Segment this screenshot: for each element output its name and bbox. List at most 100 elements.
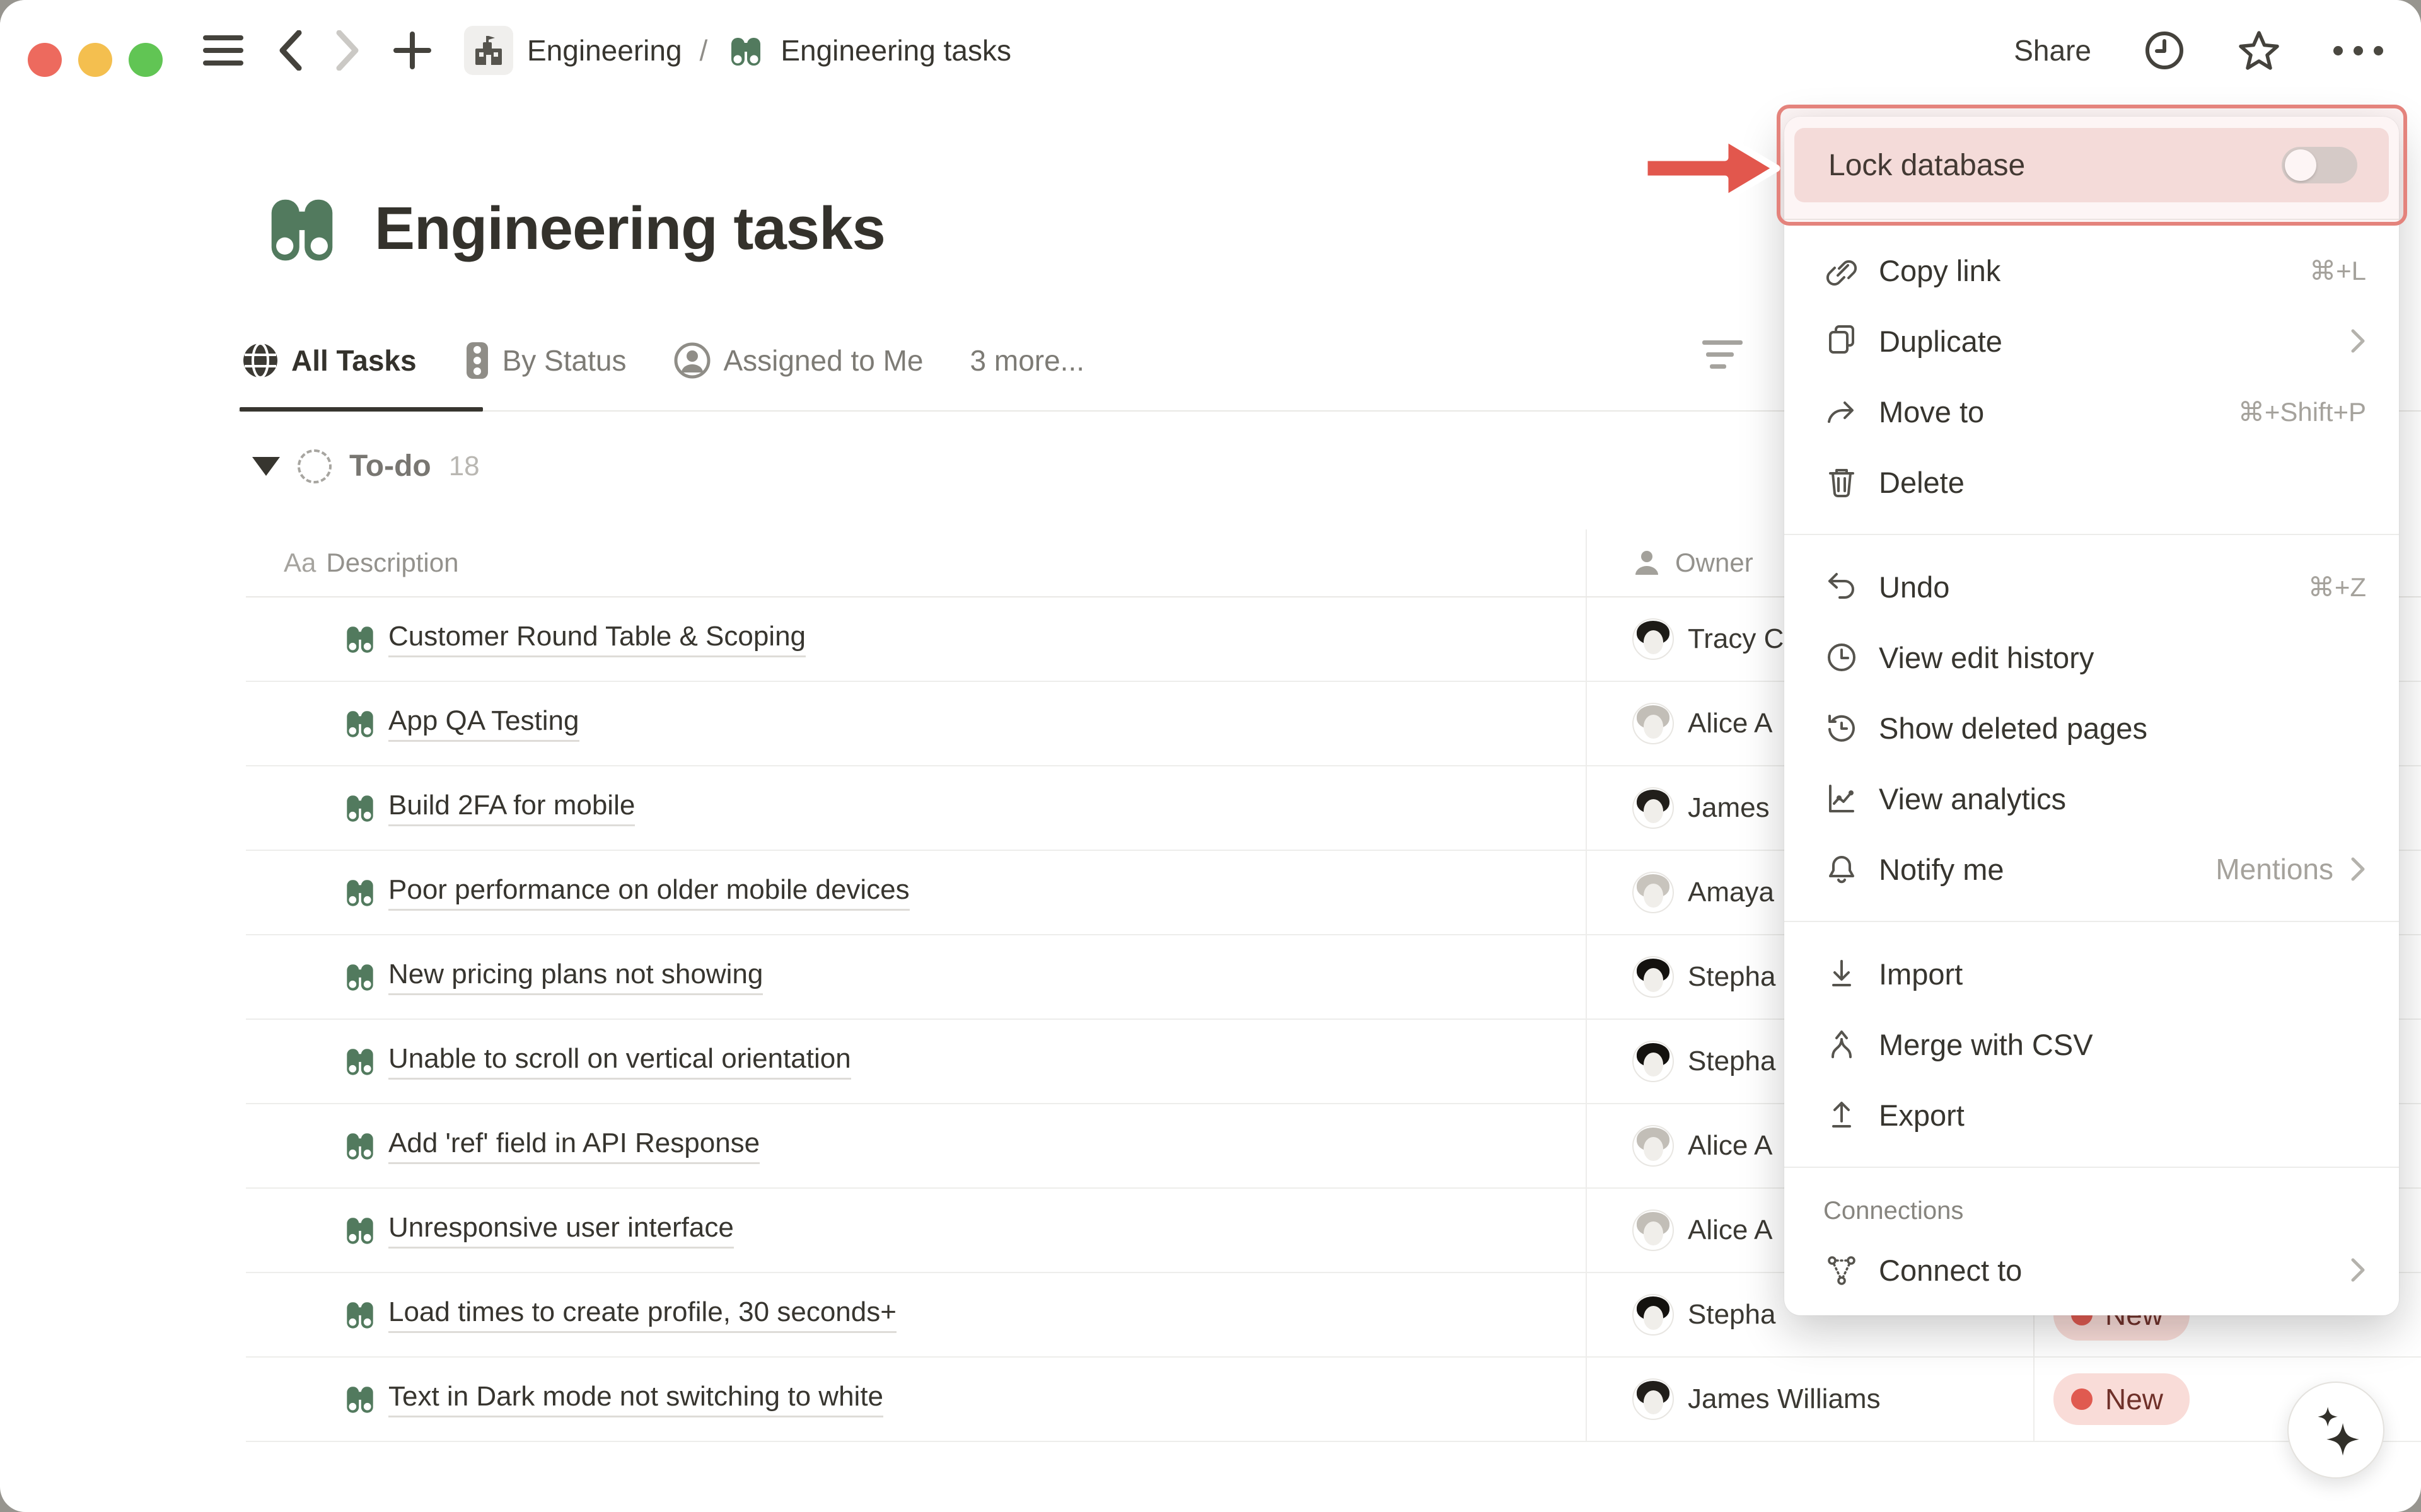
menu-item-duplicate[interactable]: Duplicate: [1784, 306, 2399, 376]
breadcrumb: Engineering / Engineering tasks: [464, 26, 1011, 75]
link-icon: [1823, 253, 1860, 288]
column-header-description[interactable]: Description: [326, 548, 458, 578]
tab-assigned-to-me[interactable]: Assigned to Me: [673, 341, 923, 380]
avatar: [1632, 1041, 1674, 1082]
menu-item-delete[interactable]: Delete: [1784, 447, 2399, 517]
more-options-icon[interactable]: [2333, 46, 2383, 55]
workspace-building-icon[interactable]: [464, 26, 513, 75]
back-icon[interactable]: [277, 30, 303, 71]
owner-name[interactable]: James Williams: [1688, 1383, 1881, 1415]
ai-assistant-button[interactable]: [2287, 1382, 2384, 1479]
binoculars-icon: [342, 1044, 378, 1078]
menu-divider: [1784, 921, 2399, 922]
binoculars-icon: [342, 1298, 378, 1332]
sidebar-menu-icon[interactable]: [203, 33, 245, 68]
person-circle-icon: [673, 341, 712, 380]
task-title[interactable]: Load times to create profile, 30 seconds…: [388, 1296, 897, 1333]
minimize-window-button[interactable]: [78, 43, 112, 77]
status-badge[interactable]: New: [2053, 1373, 2190, 1425]
tab-more-views[interactable]: 3 more...: [970, 343, 1085, 378]
page-title-binoculars-icon[interactable]: [262, 189, 342, 268]
owner-name[interactable]: Alice A: [1688, 1130, 1773, 1162]
connections-section-header: Connections: [1784, 1187, 2399, 1235]
lock-database-toggle[interactable]: [2282, 147, 2357, 183]
filter-icon[interactable]: [1702, 340, 1746, 378]
owner-name[interactable]: Alice A: [1688, 1215, 1773, 1246]
move-to-icon: [1823, 394, 1860, 429]
avatar: [1632, 703, 1674, 744]
owner-name[interactable]: James: [1688, 792, 1770, 824]
top-bar: Engineering / Engineering tasks Share: [0, 0, 2421, 101]
binoculars-icon: [342, 960, 378, 994]
task-title[interactable]: Customer Round Table & Scoping: [388, 621, 806, 657]
owner-name[interactable]: Stepha: [1688, 1299, 1775, 1330]
tab-all-tasks[interactable]: All Tasks: [241, 341, 417, 380]
owner-name[interactable]: Tracy C: [1688, 623, 1784, 655]
task-title[interactable]: Unable to scroll on vertical orientation: [388, 1043, 851, 1080]
task-title[interactable]: New pricing plans not showing: [388, 959, 763, 995]
sparkle-icon: [2307, 1401, 2365, 1459]
task-title[interactable]: Build 2FA for mobile: [388, 790, 635, 826]
clock-icon: [1823, 640, 1860, 675]
breadcrumb-page[interactable]: Engineering tasks: [781, 33, 1011, 67]
forward-icon[interactable]: [335, 30, 361, 71]
breadcrumb-separator: /: [696, 33, 712, 67]
owner-name[interactable]: Alice A: [1688, 708, 1773, 739]
task-title[interactable]: Poor performance on older mobile devices: [388, 874, 910, 911]
close-window-button[interactable]: [28, 43, 62, 77]
page-title[interactable]: Engineering tasks: [374, 194, 885, 263]
task-title[interactable]: Unresponsive user interface: [388, 1212, 734, 1249]
menu-item-connect-to[interactable]: Connect to: [1784, 1235, 2399, 1305]
owner-name[interactable]: Stepha: [1688, 961, 1775, 993]
annotation-arrow-icon: [1638, 130, 1784, 207]
column-header-owner[interactable]: Owner: [1675, 548, 1753, 578]
menu-item-view-edit-history[interactable]: View edit history: [1784, 622, 2399, 693]
task-title[interactable]: Text in Dark mode not switching to white: [388, 1381, 883, 1417]
duplicate-icon: [1823, 323, 1860, 359]
menu-item-notify-me[interactable]: Notify me Mentions: [1784, 834, 2399, 904]
active-tab-underline: [240, 407, 483, 412]
zoom-window-button[interactable]: [129, 43, 163, 77]
task-title[interactable]: Add 'ref' field in API Response: [388, 1128, 760, 1164]
export-icon: [1823, 1097, 1860, 1133]
page-binoculars-icon: [725, 32, 767, 69]
menu-item-move-to[interactable]: Move to ⌘+Shift+P: [1784, 376, 2399, 447]
avatar: [1632, 618, 1674, 660]
window-controls: [28, 43, 163, 77]
avatar: [1632, 1294, 1674, 1336]
globe-icon: [241, 341, 280, 380]
menu-item-undo[interactable]: Undo ⌘+Z: [1784, 551, 2399, 622]
tab-by-status[interactable]: By Status: [463, 341, 627, 380]
task-title[interactable]: App QA Testing: [388, 705, 579, 742]
collapse-triangle-icon[interactable]: [252, 457, 280, 476]
menu-item-view-analytics[interactable]: View analytics: [1784, 763, 2399, 834]
menu-item-show-deleted-pages[interactable]: Show deleted pages: [1784, 693, 2399, 763]
avatar: [1632, 1209, 1674, 1251]
share-button[interactable]: Share: [2014, 33, 2091, 67]
merge-icon: [1823, 1027, 1860, 1062]
breadcrumb-workspace[interactable]: Engineering: [527, 33, 682, 67]
history-icon: [1823, 710, 1860, 746]
menu-item-lock-database[interactable]: Lock database: [1794, 128, 2389, 202]
trash-icon: [1823, 465, 1860, 500]
table-row[interactable]: Text in Dark mode not switching to white…: [246, 1358, 2421, 1442]
menu-divider: [1784, 1167, 2399, 1168]
menu-item-merge-with-csv[interactable]: Merge with CSV: [1784, 1009, 2399, 1080]
menu-item-copy-link[interactable]: Copy link ⌘+L: [1784, 235, 2399, 306]
new-page-icon[interactable]: [393, 32, 431, 69]
menu-item-import[interactable]: Import: [1784, 938, 2399, 1009]
owner-name[interactable]: Amaya: [1688, 877, 1774, 908]
binoculars-icon: [342, 875, 378, 909]
menu-item-export[interactable]: Export: [1784, 1080, 2399, 1150]
avatar: [1632, 1378, 1674, 1420]
binoculars-icon: [342, 1382, 378, 1416]
analytics-icon: [1823, 781, 1860, 816]
avatar: [1632, 1125, 1674, 1167]
owner-name[interactable]: Stepha: [1688, 1046, 1775, 1077]
favorite-star-icon[interactable]: [2238, 30, 2280, 71]
status-dot-icon: [2071, 1388, 2093, 1410]
app-window: Engineering / Engineering tasks Share En…: [0, 0, 2421, 1512]
updates-clock-icon[interactable]: [2144, 30, 2185, 71]
todo-status-icon: [298, 449, 332, 483]
group-name[interactable]: To-do: [349, 449, 431, 483]
